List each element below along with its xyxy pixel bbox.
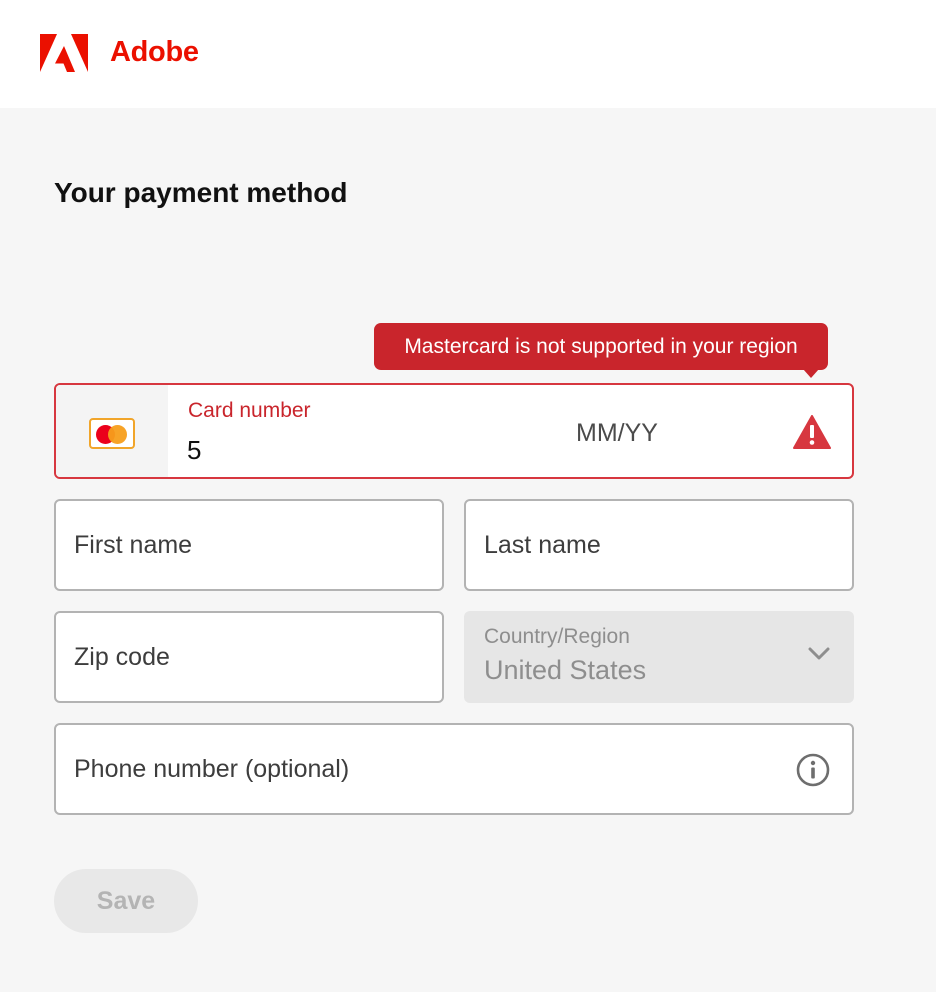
alert-triangle-icon [793,415,831,449]
phone-number-input[interactable] [74,725,834,813]
zip-code-input[interactable] [74,613,424,701]
card-number-label: Card number [188,399,311,422]
mastercard-orange-circle [108,425,127,444]
country-region-select[interactable]: Country/Region United States [464,611,854,703]
site-header: Adobe [0,0,936,108]
last-name-field[interactable] [464,499,854,591]
page-title: Your payment method [54,177,348,208]
chevron-down-icon[interactable] [808,647,830,661]
adobe-logo-icon[interactable] [40,34,88,72]
zip-code-field[interactable] [54,611,444,703]
phone-number-field[interactable] [54,723,854,815]
brand-name[interactable]: Adobe [110,36,199,69]
save-button[interactable]: Save [54,869,198,933]
card-error-message: Mastercard is not supported in your regi… [404,334,798,358]
card-number-input[interactable] [187,432,527,468]
last-name-input[interactable] [484,501,834,589]
first-name-input[interactable] [74,501,424,589]
card-brand-box [56,385,168,477]
expiry-date-input[interactable] [576,415,736,451]
card-error-tooltip: Mastercard is not supported in your regi… [374,323,828,370]
country-region-value: United States [484,655,647,685]
country-region-label: Country/Region [484,625,630,648]
card-number-field[interactable]: Card number [54,383,854,479]
info-icon[interactable] [796,753,830,787]
tooltip-pointer [803,369,819,378]
first-name-field[interactable] [54,499,444,591]
mastercard-icon [89,418,135,449]
